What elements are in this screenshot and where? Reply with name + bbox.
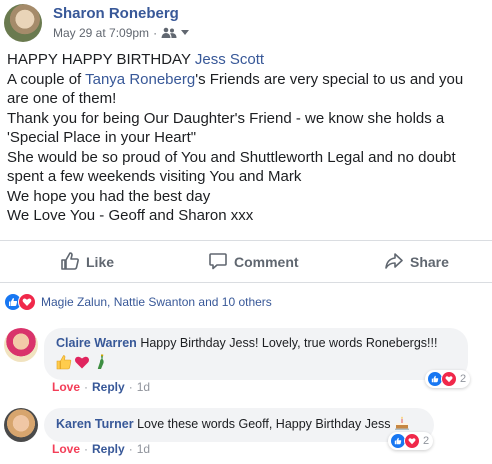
reaction-count: 2 xyxy=(460,373,467,385)
friends-icon[interactable] xyxy=(161,27,177,39)
heart-icon xyxy=(74,354,90,375)
post-line-6: We Love You - Geoff and Sharon xxx xyxy=(7,207,254,224)
comment-button[interactable]: Comment xyxy=(208,246,299,278)
tag-jess-scott[interactable]: Jess Scott xyxy=(195,51,264,68)
avatar[interactable] xyxy=(4,328,38,362)
post-header: Sharon Roneberg May 29 at 7:09pm · xyxy=(0,0,492,48)
thumbs-up-icon xyxy=(60,251,80,274)
share-label: Share xyxy=(410,254,449,270)
comment-reactions[interactable]: 2 xyxy=(425,370,471,388)
post-line-3: Thank you for being Our Daughter's Frien… xyxy=(7,109,445,147)
reaction-count: 2 xyxy=(423,435,430,447)
post-line-4: She would be so proud of You and Shuttle… xyxy=(7,148,456,186)
comment-author[interactable]: Karen Turner xyxy=(56,417,134,431)
post-author[interactable]: Sharon Roneberg xyxy=(53,5,179,22)
like-button[interactable]: Like xyxy=(60,246,114,278)
bottle-icon xyxy=(92,354,108,375)
comment-text: Happy Birthday Jess! Lovely, true words … xyxy=(140,336,438,350)
reply-button[interactable]: Reply xyxy=(92,380,125,394)
post-body: HAPPY HAPPY BIRTHDAY Jess Scott A couple… xyxy=(7,50,487,226)
reactions-summary[interactable]: Magie Zalun, Nattie Swanton and 10 other… xyxy=(4,293,272,311)
comment-icon xyxy=(208,251,228,274)
comment-label: Comment xyxy=(234,254,299,270)
comment-bubble: Karen Turner Love these words Geoff, Hap… xyxy=(44,408,434,442)
comment-actions: Love · Reply · 1d xyxy=(52,380,150,394)
love-reaction-icon xyxy=(18,293,36,311)
chevron-down-icon[interactable] xyxy=(181,30,190,36)
comment-time[interactable]: 1d xyxy=(137,442,150,456)
divider xyxy=(0,282,492,283)
post-line-5: We hope you had the best day xyxy=(7,187,211,205)
avatar[interactable] xyxy=(4,4,42,42)
comment-author[interactable]: Claire Warren xyxy=(56,336,137,350)
share-button[interactable]: Share xyxy=(384,246,449,278)
emoji-row xyxy=(56,354,456,375)
dot-separator: · xyxy=(84,442,89,456)
post-line-2: A couple of Tanya Roneberg's Friends are… xyxy=(7,70,487,109)
post-meta: May 29 at 7:09pm · xyxy=(53,26,190,40)
dot-separator: · xyxy=(128,380,133,394)
reply-button[interactable]: Reply xyxy=(92,442,125,456)
love-button[interactable]: Love xyxy=(52,380,80,394)
dot-separator: · xyxy=(128,442,133,456)
avatar[interactable] xyxy=(4,408,38,442)
comment-bubble: Claire Warren Happy Birthday Jess! Lovel… xyxy=(44,328,468,380)
thumbs-up-icon xyxy=(56,354,72,375)
comment-reactions[interactable]: 2 xyxy=(388,432,434,450)
reactions-text[interactable]: Magie Zalun, Nattie Swanton and 10 other… xyxy=(41,295,272,309)
comment-time[interactable]: 1d xyxy=(137,380,150,394)
love-reaction-icon xyxy=(441,371,457,387)
comment-text: Love these words Geoff, Happy Birthday J… xyxy=(137,417,391,431)
comment-actions: Love · Reply · 1d xyxy=(52,442,150,456)
love-reaction-icon xyxy=(404,433,420,449)
divider xyxy=(0,240,492,241)
dot-separator: · xyxy=(153,26,158,40)
post-text: HAPPY HAPPY BIRTHDAY xyxy=(7,51,195,68)
post-actions: Like Comment Share xyxy=(0,246,492,278)
like-label: Like xyxy=(86,254,115,270)
tag-tanya-roneberg[interactable]: Tanya Roneberg xyxy=(85,71,195,88)
post-timestamp[interactable]: May 29 at 7:09pm xyxy=(53,26,149,40)
love-button[interactable]: Love xyxy=(52,442,80,456)
share-icon xyxy=(384,251,404,274)
post-text: A couple of xyxy=(7,70,86,88)
dot-separator: · xyxy=(84,380,89,394)
post-line-1: HAPPY HAPPY BIRTHDAY Jess Scott xyxy=(7,50,487,70)
